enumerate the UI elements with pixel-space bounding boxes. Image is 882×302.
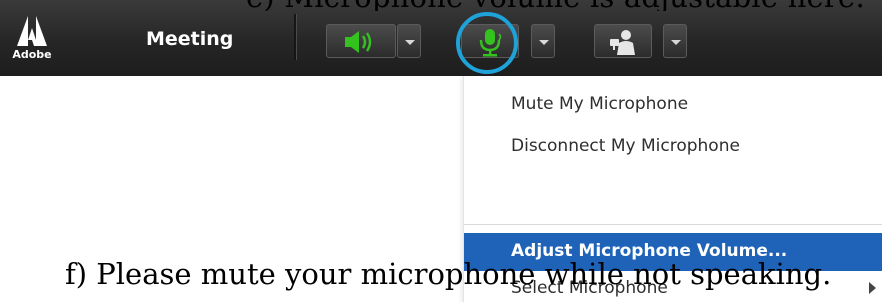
- submenu-arrow-icon: [869, 282, 876, 294]
- speaker-volume-icon: [345, 31, 372, 53]
- webcam-user-icon: [610, 30, 635, 55]
- toolbar-divider: [294, 14, 297, 60]
- caption-top-clip: e) Microphone volume is adjustable here:: [0, 0, 882, 11]
- camera-button[interactable]: [594, 24, 652, 58]
- caption-bottom: f) Please mute your microphone while not…: [65, 257, 832, 291]
- meeting-menu[interactable]: Meeting: [146, 28, 233, 50]
- adobe-logo-text: Adobe: [12, 48, 52, 61]
- speaker-dropdown-button[interactable]: [397, 24, 421, 58]
- menu-divider: [464, 224, 882, 225]
- microphone-highlight-ring: [456, 12, 518, 74]
- camera-dropdown-button[interactable]: [663, 24, 687, 58]
- adobe-logo-icon: [17, 16, 47, 46]
- meeting-toolbar: Adobe Meeting: [0, 0, 882, 76]
- microphone-dropdown-button[interactable]: [531, 24, 555, 58]
- menu-item-mute-microphone[interactable]: Mute My Microphone: [511, 94, 688, 114]
- menu-item-disconnect-microphone[interactable]: Disconnect My Microphone: [511, 136, 740, 156]
- caption-top: e) Microphone volume is adjustable here:: [246, 0, 865, 11]
- speaker-button[interactable]: [326, 24, 396, 58]
- adobe-logo: Adobe: [9, 10, 55, 68]
